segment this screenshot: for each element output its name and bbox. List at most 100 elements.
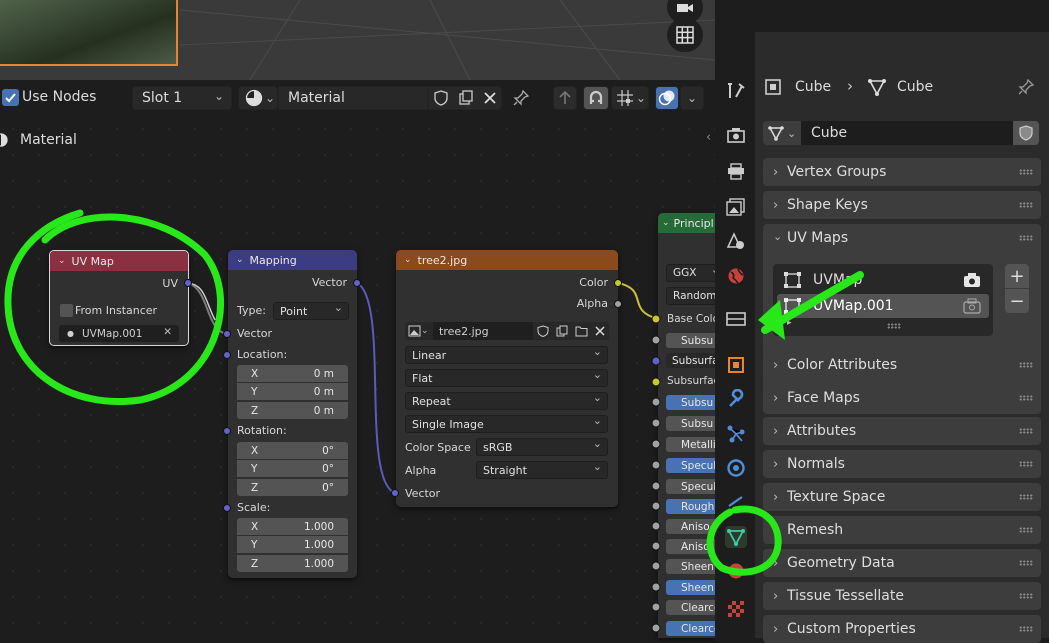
image-node-header[interactable]: ⌄ tree2.jpg bbox=[396, 250, 618, 270]
panel-remesh[interactable]: › Remesh bbox=[763, 516, 1041, 544]
drag-handle-icon[interactable] bbox=[1019, 235, 1033, 241]
from-instancer-checkbox[interactable] bbox=[60, 304, 73, 317]
tab-view-layer[interactable] bbox=[725, 196, 747, 218]
collapse-chevron-icon[interactable]: ⌄ bbox=[58, 256, 66, 266]
material-browse-button[interactable]: ⌄ bbox=[238, 86, 278, 110]
panel-texture-space[interactable]: › Texture Space bbox=[763, 483, 1041, 511]
drag-handle-icon[interactable] bbox=[1019, 169, 1033, 175]
location-y-field[interactable]: Y 0 m bbox=[237, 383, 348, 400]
panel-normals[interactable]: › Normals bbox=[763, 450, 1041, 478]
image-vector-input-socket[interactable] bbox=[391, 489, 399, 497]
slot-dropdown[interactable]: Slot 1 ⌄ bbox=[132, 86, 232, 110]
unlink-x-icon[interactable] bbox=[483, 91, 497, 105]
image-browse-button[interactable]: ⌄ bbox=[405, 322, 433, 340]
collapse-chevron-icon[interactable]: ⌄ bbox=[662, 218, 670, 228]
tab-world[interactable] bbox=[725, 265, 747, 287]
overlays-toggle[interactable] bbox=[655, 86, 679, 110]
alpha-mode-dropdown[interactable]: Straight bbox=[476, 460, 608, 479]
3d-viewport[interactable] bbox=[0, 0, 715, 80]
color-output-socket[interactable] bbox=[614, 279, 622, 287]
extension-dropdown[interactable]: Repeat bbox=[405, 391, 608, 410]
list-resize-handle-icon[interactable] bbox=[887, 323, 901, 329]
location-input-socket[interactable] bbox=[223, 351, 231, 359]
drag-handle-icon[interactable] bbox=[1019, 560, 1033, 566]
uv-output-socket[interactable] bbox=[184, 279, 192, 287]
uv-map-select-field[interactable]: ● UVMap.001 ✕ bbox=[59, 325, 179, 342]
tab-object-data[interactable] bbox=[725, 526, 747, 548]
tab-object[interactable] bbox=[725, 354, 747, 376]
panel-color-attributes[interactable]: › Color Attributes bbox=[763, 351, 1041, 379]
panel-title[interactable]: UV Maps bbox=[787, 230, 848, 246]
drag-handle-icon[interactable] bbox=[1019, 626, 1033, 632]
tab-texture[interactable] bbox=[725, 598, 747, 620]
tab-output[interactable] bbox=[725, 160, 747, 182]
alpha-output-socket[interactable] bbox=[614, 300, 622, 308]
panel-face-maps[interactable]: › Face Maps bbox=[763, 384, 1041, 412]
collapse-chevron-icon[interactable]: ⌄ bbox=[236, 255, 244, 265]
tab-render[interactable] bbox=[725, 124, 747, 146]
tab-particles[interactable] bbox=[725, 423, 747, 445]
ortho-grid-button[interactable] bbox=[667, 18, 703, 52]
drag-handle-icon[interactable] bbox=[1019, 593, 1033, 599]
mesh-name-field[interactable]: Cube bbox=[801, 121, 1013, 145]
image-texture-node[interactable]: ⌄ tree2.jpg Color Alpha ⌄ tree2.jpg Line… bbox=[396, 250, 618, 507]
snap-toggle[interactable] bbox=[583, 86, 609, 110]
mesh-browse-button[interactable]: ⌄ bbox=[763, 121, 801, 145]
tab-constraints[interactable] bbox=[725, 490, 747, 512]
interpolation-dropdown[interactable]: Linear bbox=[405, 345, 608, 364]
rotation-x-field[interactable]: X 0° bbox=[237, 442, 348, 459]
panel-shape-keys[interactable]: › Shape Keys bbox=[763, 191, 1041, 219]
source-dropdown[interactable]: Single Image bbox=[405, 414, 608, 433]
image-name-field[interactable]: tree2.jpg bbox=[433, 322, 533, 340]
uvmap-node-header[interactable]: ⌄ UV Map bbox=[50, 251, 188, 271]
color-space-dropdown[interactable]: sRGB bbox=[476, 437, 608, 456]
tab-tool[interactable] bbox=[725, 80, 747, 102]
principled-bsdf-node[interactable]: ⌄ Principl GGX Random Base Colo Subsu Su… bbox=[658, 213, 726, 638]
snap-mode-dropdown[interactable]: ⌄ bbox=[611, 86, 649, 110]
fake-user-button[interactable] bbox=[1013, 121, 1039, 145]
principled-node-header[interactable]: ⌄ Principl bbox=[658, 213, 715, 233]
sidebar-toggle-icon[interactable]: ‹ bbox=[706, 130, 711, 145]
fake-user-shield-icon[interactable] bbox=[537, 325, 549, 337]
tab-material[interactable] bbox=[725, 560, 747, 582]
location-x-field[interactable]: X 0 m bbox=[237, 365, 348, 382]
projection-dropdown[interactable]: Flat bbox=[405, 368, 608, 387]
mapping-node[interactable]: ⌄ Mapping Vector Type: Point Vector Loca… bbox=[228, 250, 357, 578]
rotation-input-socket[interactable] bbox=[223, 427, 231, 435]
duplicate-icon[interactable] bbox=[458, 90, 474, 106]
rotation-y-field[interactable]: Y 0° bbox=[237, 460, 348, 477]
mapping-node-header[interactable]: ⌄ Mapping bbox=[228, 250, 357, 270]
panel-attributes[interactable]: › Attributes bbox=[763, 417, 1041, 445]
clear-x-icon[interactable]: ✕ bbox=[163, 326, 172, 338]
drag-handle-icon[interactable] bbox=[1019, 428, 1033, 434]
fake-user-shield-icon[interactable] bbox=[433, 90, 449, 106]
mapping-type-dropdown[interactable]: Point bbox=[273, 301, 349, 320]
folder-icon[interactable] bbox=[575, 325, 588, 337]
scale-z-field[interactable]: Z 1.000 bbox=[237, 555, 348, 572]
unlink-x-icon[interactable] bbox=[595, 326, 605, 336]
uvmap-node[interactable]: ⌄ UV Map UV From Instancer ● UVMap.001 ✕ bbox=[49, 250, 189, 346]
panel-custom-properties[interactable]: › Custom Properties bbox=[763, 615, 1041, 643]
collapse-chevron-icon[interactable]: ⌄ bbox=[404, 255, 412, 265]
parent-node-tree-button[interactable] bbox=[553, 86, 577, 110]
scale-input-socket[interactable] bbox=[223, 504, 231, 512]
add-uv-button[interactable]: + bbox=[1005, 264, 1029, 288]
tab-scene[interactable] bbox=[725, 230, 747, 252]
list-expand-icon[interactable]: ▸ bbox=[787, 318, 792, 328]
rotation-z-field[interactable]: Z 0° bbox=[237, 479, 348, 496]
use-nodes-checkbox[interactable] bbox=[2, 89, 19, 106]
drag-handle-icon[interactable] bbox=[1019, 362, 1033, 368]
render-camera-icon[interactable] bbox=[963, 298, 981, 314]
material-name-field[interactable]: Material bbox=[278, 86, 428, 110]
drag-handle-icon[interactable] bbox=[1019, 202, 1033, 208]
drag-handle-icon[interactable] bbox=[1019, 461, 1033, 467]
panel-tissue-tessellate[interactable]: › Tissue Tessellate bbox=[763, 582, 1041, 610]
drag-handle-icon[interactable] bbox=[1019, 527, 1033, 533]
tab-physics[interactable] bbox=[725, 457, 747, 479]
chevron-down-icon[interactable]: ⌄ bbox=[773, 230, 787, 243]
scale-y-field[interactable]: Y 1.000 bbox=[237, 536, 348, 553]
drag-handle-icon[interactable] bbox=[1019, 494, 1033, 500]
scale-x-field[interactable]: X 1.000 bbox=[237, 518, 348, 535]
tab-modifiers[interactable] bbox=[725, 388, 747, 410]
active-render-camera-icon[interactable] bbox=[963, 272, 981, 288]
